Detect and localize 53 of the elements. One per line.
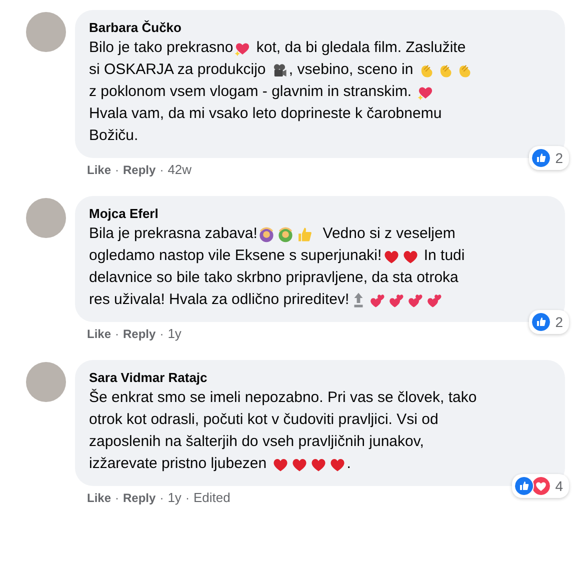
avatar-photo-placeholder[interactable]: [26, 362, 66, 402]
author-name[interactable]: Barbara Čučko: [89, 19, 551, 37]
edited-label[interactable]: Edited: [193, 490, 230, 506]
separator-dot: ·: [160, 326, 164, 342]
two-hearts-icon: [407, 292, 424, 308]
comment-text: zaposlenih na šalterjih do vseh pravljičnih junakov,: [89, 432, 424, 452]
thumbs-up-icon: [296, 226, 314, 242]
separator-dot: ·: [160, 490, 164, 506]
separator-dot: ·: [115, 326, 120, 342]
comment-time[interactable]: 1y: [168, 490, 182, 506]
separator-dot: ·: [160, 162, 164, 178]
comment-action-link[interactable]: Like: [87, 326, 112, 342]
comment-text: kot, da bi gledala film. Zaslužite: [255, 38, 466, 58]
comment-text: Hvala vam, da mi vsako leto doprineste k čarobnemu: [89, 104, 442, 124]
comment-text: , vsebino, sceno in: [288, 60, 414, 80]
comment-text: si OSKARJA za produkcijo: [89, 60, 267, 80]
comment-text: z poklonom vsem vlogam - glavnim in stranskim.: [89, 82, 413, 102]
two-hearts-icon: [369, 292, 386, 308]
author-name[interactable]: Mojca Eferl: [89, 205, 551, 223]
separator-dot: ·: [115, 490, 120, 506]
separator-dot: ·: [185, 490, 190, 506]
comment-text: Še enkrat smo se imeli nepozabno. Pri vas se človek, tako: [89, 388, 477, 408]
comment-text: ogledamo nastop vile Eksene s superjunaki!: [89, 246, 382, 266]
comment-text: Bilo je tako prekrasno: [89, 38, 234, 58]
comment-action-link[interactable]: Reply: [123, 490, 156, 506]
two-hearts-icon: [388, 292, 406, 308]
like-reaction-icon: [514, 476, 534, 496]
comment-text: .: [346, 454, 351, 474]
comment-text: res uživala! Hvala za odlično prireditev!: [89, 290, 350, 310]
love-reaction-icon: [531, 476, 552, 496]
comment-text: izžarevate pristno ljubezen: [89, 454, 268, 474]
comment-action-link[interactable]: Reply: [123, 326, 156, 342]
reaction-summary[interactable]: 2: [529, 146, 569, 170]
comment-text: otrok kot odrasli, počuti kot v čudoviti pravljici. Vsi od: [89, 410, 438, 430]
comment-text: Božiču.: [89, 126, 138, 146]
comment-text: Bila je prekrasna zabava!: [89, 224, 258, 244]
comment-time[interactable]: 42w: [168, 162, 192, 178]
comment-text: Vedno si z veseljem: [322, 224, 456, 244]
like-reaction-icon: [531, 312, 552, 332]
avatar-photo-placeholder[interactable]: [26, 12, 66, 52]
comment-text: In tudi: [422, 246, 465, 266]
reaction-summary[interactable]: 2: [529, 310, 569, 334]
author-name[interactable]: Sara Vidmar Ratajc: [89, 369, 551, 387]
two-hearts-icon: [426, 292, 444, 308]
like-reaction-icon: [531, 148, 552, 168]
avatar-photo-placeholder[interactable]: [26, 198, 66, 238]
comment-action-link[interactable]: Like: [87, 490, 112, 506]
reaction-summary[interactable]: 4: [512, 474, 569, 498]
separator-dot: ·: [115, 162, 120, 178]
comment-time[interactable]: 1y: [168, 326, 182, 342]
comment-action-link[interactable]: Like: [87, 162, 112, 178]
comment-action-link[interactable]: Reply: [123, 162, 156, 178]
comment-text: delavnice so bile tako skrbno pripravljene, da sta otroka: [89, 268, 458, 288]
